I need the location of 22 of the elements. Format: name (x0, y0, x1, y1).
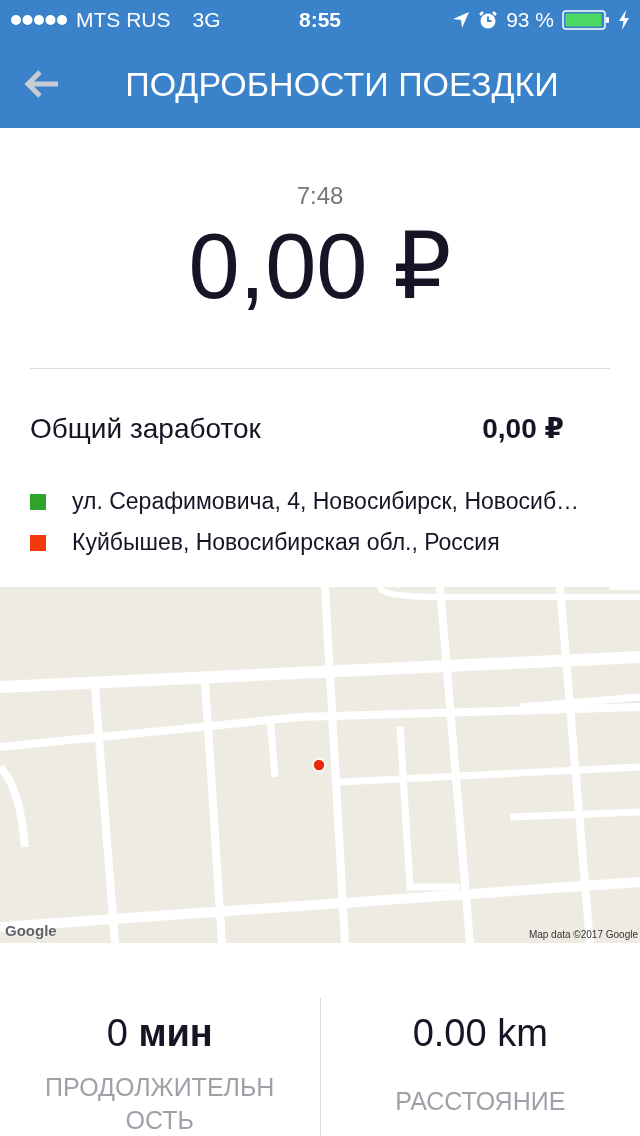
carrier-name: MTS RUS (76, 8, 171, 32)
earnings-value: 0,00 ₽ (482, 412, 564, 446)
battery-icon (562, 10, 610, 30)
battery-percent: 93 % (506, 8, 554, 32)
stat-label: ПРОДОЛЖИТЕЛЬНОСТЬ (44, 1072, 276, 1136)
signal-icon (10, 14, 68, 26)
stat-label: РАССТОЯНИЕ (394, 1086, 567, 1117)
trip-total: 0,00 ₽ (188, 216, 452, 318)
alarm-clock-icon (478, 10, 499, 30)
route-address: Куйбышев, Новосибирская обл., Россия (72, 529, 500, 557)
map-logo: Google (5, 922, 57, 939)
stat-value: 0 мин (106, 1012, 213, 1055)
location-arrow-icon (452, 11, 471, 29)
network-type: 3G (192, 8, 221, 32)
route-address: ул. Серафимовича, 4, Новосибирск, Новосиб… (72, 488, 580, 516)
clock: 8:55 (299, 8, 341, 32)
page-title: ПОДРОБНОСТИ ПОЕЗДКИ (124, 64, 560, 104)
map-attribution: Map data ©2017 Google (528, 929, 638, 940)
earnings-label: Общий заработок (30, 412, 261, 445)
charging-bolt-icon (618, 10, 630, 30)
trip-time: 7:48 (296, 182, 344, 210)
stat-value: 0.00 km (412, 1012, 548, 1055)
